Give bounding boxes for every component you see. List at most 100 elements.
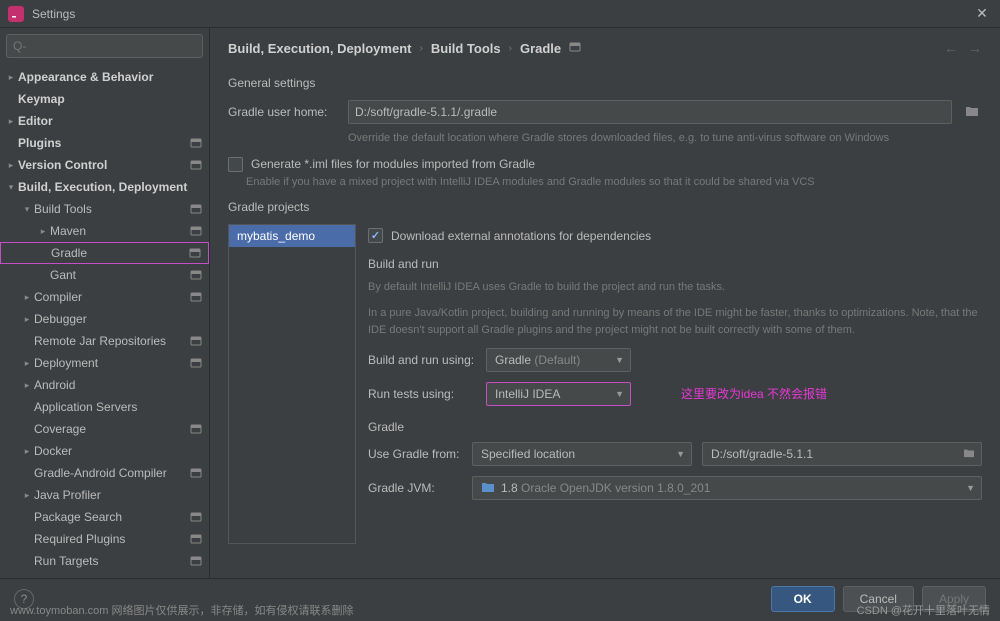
tree-item-build-execution-deployment[interactable]: ▾Build, Execution, Deployment bbox=[0, 176, 209, 198]
gradle-projects-title: Gradle projects bbox=[228, 200, 982, 214]
project-badge-icon bbox=[189, 158, 203, 172]
titlebar: Settings ✕ bbox=[0, 0, 1000, 28]
tests-using-select[interactable]: IntelliJ IDEA ▼ bbox=[486, 382, 631, 406]
chevron-right-icon[interactable]: ▸ bbox=[4, 116, 18, 127]
build-run-desc1: By default IntelliJ IDEA uses Gradle to … bbox=[368, 279, 982, 297]
cancel-button[interactable]: Cancel bbox=[843, 586, 914, 612]
close-icon[interactable]: ✕ bbox=[972, 5, 992, 22]
tree-item-application-servers[interactable]: Application Servers bbox=[0, 396, 209, 418]
tests-using-value: IntelliJ IDEA bbox=[495, 387, 560, 401]
ok-button[interactable]: OK bbox=[771, 586, 835, 612]
chevron-right-icon[interactable]: ▸ bbox=[20, 446, 34, 457]
caret-down-icon: ▼ bbox=[615, 355, 624, 365]
tree-item-label: Maven bbox=[50, 224, 189, 238]
tree-item-keymap[interactable]: Keymap bbox=[0, 88, 209, 110]
gradle-user-home-input[interactable] bbox=[348, 100, 952, 124]
tests-using-label: Run tests using: bbox=[368, 387, 476, 401]
tree-item-maven[interactable]: ▸Maven bbox=[0, 220, 209, 242]
tree-item-label: Build Tools bbox=[34, 202, 189, 216]
generate-iml-hint: Enable if you have a mixed project with … bbox=[246, 174, 982, 191]
project-badge-icon bbox=[189, 356, 203, 370]
tree-item-gradle-android-compiler[interactable]: Gradle-Android Compiler bbox=[0, 462, 209, 484]
tree-item-android[interactable]: ▸Android bbox=[0, 374, 209, 396]
crumb-2[interactable]: Build Tools bbox=[431, 41, 501, 56]
gradle-jvm-label: Gradle JVM: bbox=[368, 481, 462, 495]
folder-icon[interactable] bbox=[963, 448, 975, 460]
caret-down-icon: ▼ bbox=[966, 483, 975, 493]
crumb-1[interactable]: Build, Execution, Deployment bbox=[228, 41, 411, 56]
tree-item-java-profiler[interactable]: ▸Java Profiler bbox=[0, 484, 209, 506]
tree-item-label: Appearance & Behavior bbox=[18, 70, 203, 84]
project-badge-icon bbox=[189, 202, 203, 216]
tree-item-label: Run Targets bbox=[34, 554, 189, 568]
search-input[interactable] bbox=[6, 34, 203, 58]
chevron-down-icon[interactable]: ▾ bbox=[4, 182, 18, 193]
gradle-jvm-suffix: Oracle OpenJDK version 1.8.0_201 bbox=[521, 481, 710, 495]
tree-item-docker[interactable]: ▸Docker bbox=[0, 440, 209, 462]
tree-item-label: Docker bbox=[34, 444, 203, 458]
tree-item-label: Deployment bbox=[34, 356, 189, 370]
tree-item-version-control[interactable]: ▸Version Control bbox=[0, 154, 209, 176]
chevron-right-icon[interactable]: ▸ bbox=[20, 380, 34, 391]
project-badge-icon bbox=[189, 136, 203, 150]
build-and-run-title: Build and run bbox=[368, 257, 982, 271]
tree-item-label: Build, Execution, Deployment bbox=[18, 180, 203, 194]
project-badge-icon bbox=[189, 268, 203, 282]
chevron-right-icon[interactable]: ▸ bbox=[20, 292, 34, 303]
tree-item-label: Application Servers bbox=[34, 400, 203, 414]
download-annotations-checkbox[interactable]: ✓ bbox=[368, 228, 383, 243]
tree-item-label: Editor bbox=[18, 114, 203, 128]
project-badge-icon bbox=[189, 554, 203, 568]
apply-button[interactable]: Apply bbox=[922, 586, 986, 612]
tree-item-deployment[interactable]: ▸Deployment bbox=[0, 352, 209, 374]
project-item[interactable]: mybatis_demo bbox=[229, 225, 355, 247]
tree-item-package-search[interactable]: Package Search bbox=[0, 506, 209, 528]
sidebar: ▸Appearance & BehaviorKeymap▸EditorPlugi… bbox=[0, 28, 210, 578]
chevron-right-icon[interactable]: ▸ bbox=[20, 490, 34, 501]
tree-item-label: Gant bbox=[50, 268, 189, 282]
tree-item-label: Plugins bbox=[18, 136, 189, 150]
build-using-value: Gradle bbox=[495, 353, 531, 367]
project-badge-icon bbox=[189, 532, 203, 546]
crumb-3[interactable]: Gradle bbox=[520, 41, 561, 56]
tree-item-label: Java Profiler bbox=[34, 488, 203, 502]
project-badge-icon bbox=[189, 422, 203, 436]
use-gradle-from-select[interactable]: Specified location ▼ bbox=[472, 442, 692, 466]
build-using-select[interactable]: Gradle (Default) ▼ bbox=[486, 348, 631, 372]
help-icon[interactable]: ? bbox=[14, 589, 34, 609]
generate-iml-checkbox[interactable] bbox=[228, 157, 243, 172]
tree-item-appearance-behavior[interactable]: ▸Appearance & Behavior bbox=[0, 66, 209, 88]
chevron-right-icon[interactable]: ▸ bbox=[4, 160, 18, 171]
chevron-right-icon[interactable]: ▸ bbox=[4, 72, 18, 83]
folder-icon[interactable] bbox=[962, 105, 982, 120]
tree-item-gant[interactable]: Gant bbox=[0, 264, 209, 286]
gradle-jvm-select[interactable]: 1.8 Oracle OpenJDK version 1.8.0_201 ▼ bbox=[472, 476, 982, 500]
content-panel: Build, Execution, Deployment › Build Too… bbox=[210, 28, 1000, 578]
tree-item-label: Compiler bbox=[34, 290, 189, 304]
tree-item-debugger[interactable]: ▸Debugger bbox=[0, 308, 209, 330]
chevron-right-icon[interactable]: ▸ bbox=[20, 358, 34, 369]
project-badge-icon bbox=[189, 290, 203, 304]
gradle-path-input[interactable]: D:/soft/gradle-5.1.1 bbox=[702, 442, 982, 466]
project-list[interactable]: mybatis_demo bbox=[228, 224, 356, 544]
tree-item-remote-jar-repositories[interactable]: Remote Jar Repositories bbox=[0, 330, 209, 352]
tree-item-plugins[interactable]: Plugins bbox=[0, 132, 209, 154]
tree-item-editor[interactable]: ▸Editor bbox=[0, 110, 209, 132]
tree-item-testing[interactable]: Testing bbox=[0, 572, 209, 578]
chevron-down-icon[interactable]: ▾ bbox=[20, 204, 34, 215]
back-icon[interactable]: ← bbox=[944, 40, 958, 56]
tree-item-compiler[interactable]: ▸Compiler bbox=[0, 286, 209, 308]
tree-item-coverage[interactable]: Coverage bbox=[0, 418, 209, 440]
forward-icon[interactable]: → bbox=[968, 40, 982, 56]
tree-item-label: Version Control bbox=[18, 158, 189, 172]
chevron-right-icon[interactable]: ▸ bbox=[36, 226, 50, 237]
jdk-icon bbox=[481, 481, 497, 495]
tree-item-label: Remote Jar Repositories bbox=[34, 334, 189, 348]
tree-item-required-plugins[interactable]: Required Plugins bbox=[0, 528, 209, 550]
project-badge-icon bbox=[569, 41, 581, 56]
tree-item-build-tools[interactable]: ▾Build Tools bbox=[0, 198, 209, 220]
tree-item-gradle[interactable]: Gradle bbox=[0, 242, 209, 264]
chevron-right-icon[interactable]: ▸ bbox=[20, 314, 34, 325]
annotation-text: 这里要改为idea 不然会报错 bbox=[681, 385, 827, 402]
tree-item-run-targets[interactable]: Run Targets bbox=[0, 550, 209, 572]
